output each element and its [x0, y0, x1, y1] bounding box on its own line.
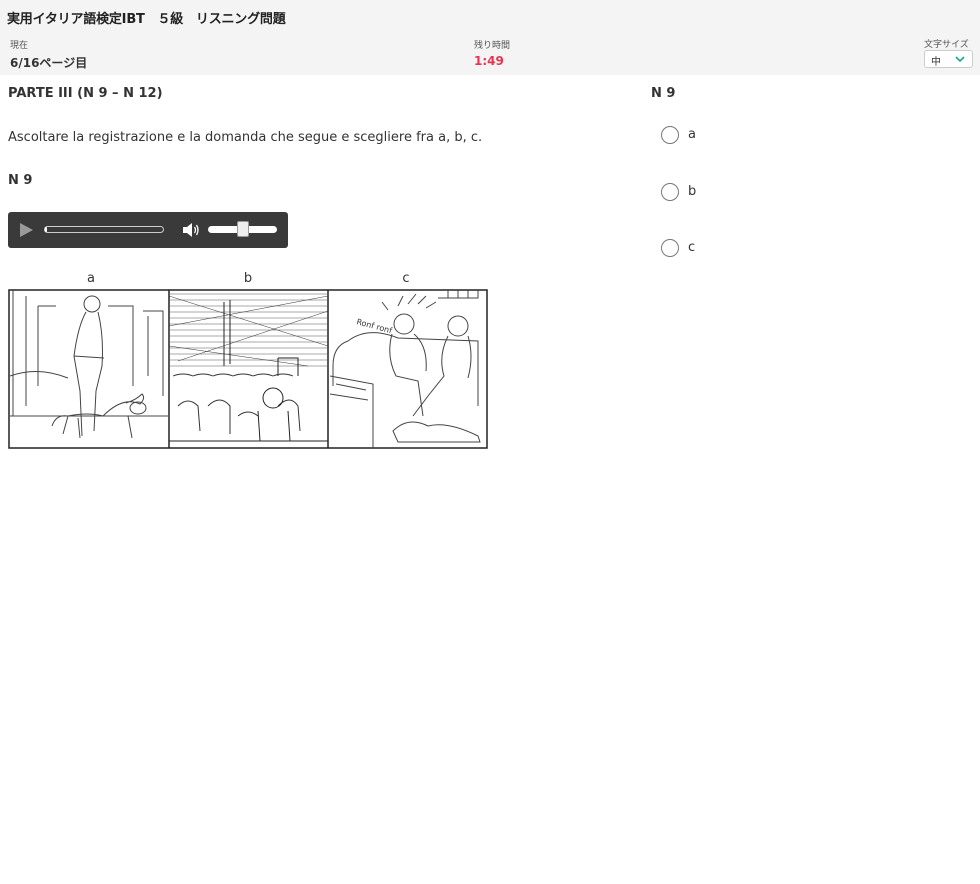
- answer-option-label: b: [688, 184, 697, 199]
- answer-option-a[interactable]: a: [661, 126, 741, 150]
- illustration-label-b: b: [244, 271, 252, 286]
- font-size-select[interactable]: 中: [924, 50, 973, 68]
- font-size-label: 文字サイズ: [924, 40, 969, 50]
- audio-progress-bar[interactable]: [44, 226, 164, 233]
- answer-option-c[interactable]: c: [661, 239, 741, 263]
- audio-progress-fill: [45, 227, 47, 232]
- question-number: N 9: [8, 173, 33, 188]
- question-illustration: a b c Ronf ronf: [8, 271, 488, 449]
- radio-button[interactable]: [661, 239, 679, 257]
- play-icon[interactable]: [18, 222, 34, 238]
- remaining-time-label: 残り時間: [474, 41, 511, 51]
- volume-icon[interactable]: [182, 222, 200, 238]
- answer-question-number: N 9: [651, 86, 676, 101]
- exam-title: 実用イタリア語検定IBT ５級 リスニング問題: [7, 12, 286, 27]
- illustration-label-a: a: [87, 271, 95, 286]
- volume-slider-thumb[interactable]: [237, 221, 249, 237]
- audio-player: [8, 212, 288, 248]
- section-title: PARTE III (N 9 – N 12): [8, 86, 163, 101]
- current-page-label: 現在: [10, 41, 29, 51]
- instruction-text: Ascoltare la registrazione e la domanda …: [8, 130, 483, 145]
- radio-button[interactable]: [661, 126, 679, 144]
- answer-option-b[interactable]: b: [661, 183, 741, 207]
- header-bar: 実用イタリア語検定IBT ５級 リスニング問題 現在 6/16ページ目 残り時間…: [0, 0, 980, 75]
- chevron-down-icon: [955, 56, 965, 63]
- font-size-selected-value: 中: [931, 57, 941, 68]
- answer-option-label: c: [688, 240, 696, 255]
- current-page-value: 6/16ページ目: [10, 56, 88, 70]
- remaining-time-value: 1:49: [474, 54, 504, 68]
- radio-button[interactable]: [661, 183, 679, 201]
- illustration-label-c: c: [402, 271, 409, 286]
- answer-option-label: a: [688, 127, 696, 142]
